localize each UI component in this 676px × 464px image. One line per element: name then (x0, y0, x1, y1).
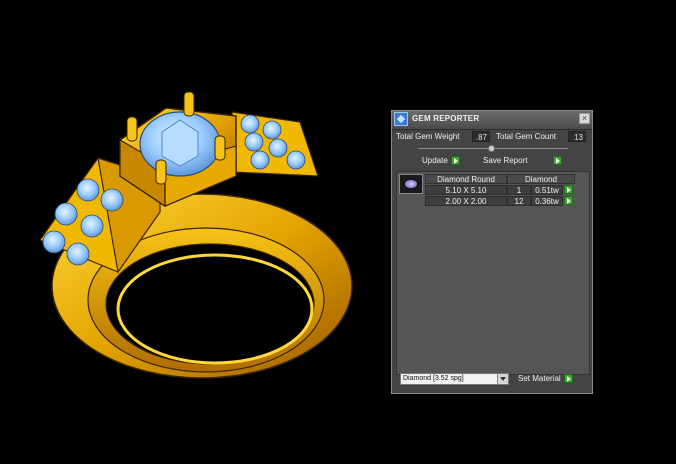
slider-knob[interactable] (488, 145, 495, 152)
gem-thumbnail-icon (399, 174, 423, 194)
total-gem-count-value: 13 (568, 131, 586, 142)
gem-stats-row: Total Gem Weight .87 Total Gem Count 13 (394, 131, 590, 145)
row-count: 12 (507, 196, 531, 206)
gem-reporter-app-icon (394, 112, 408, 126)
green-arrow-icon[interactable] (553, 156, 563, 166)
set-material-button[interactable]: Set Material (518, 373, 573, 385)
title-bar[interactable]: GEM REPORTER × (392, 111, 592, 130)
table-header-material: Diamond (507, 174, 575, 184)
total-gem-count-label: Total Gem Count (496, 132, 557, 141)
green-arrow-icon[interactable] (564, 185, 573, 194)
material-select-value: Diamond [3.52 spg] (403, 375, 464, 382)
row-weight: 0.36tw (531, 196, 563, 206)
update-label: Update (422, 156, 448, 165)
close-icon[interactable]: × (579, 113, 590, 124)
gem-reporter-panel: GEM REPORTER × Total Gem Weight .87 Tota… (391, 110, 593, 394)
save-report-button[interactable]: Save Report (483, 155, 563, 167)
green-arrow-icon[interactable] (564, 196, 573, 205)
total-gem-weight-value: .87 (472, 131, 490, 142)
material-select[interactable]: Diamond [3.52 spg] (400, 373, 509, 385)
update-button[interactable]: Update (422, 155, 460, 167)
green-arrow-icon[interactable] (450, 156, 460, 166)
panel-title: GEM REPORTER (412, 114, 480, 123)
row-weight: 0.51tw (531, 185, 563, 195)
row-size: 5.10 X 5.10 (425, 185, 507, 195)
gem-table: Diamond Round Diamond 5.10 X 5.10 1 0.51… (396, 171, 590, 375)
save-report-label: Save Report (483, 156, 528, 165)
material-bar: Diamond [3.52 spg] Set Material (400, 373, 586, 387)
total-gem-weight-label: Total Gem Weight (396, 132, 460, 141)
row-count: 1 (507, 185, 531, 195)
set-material-label: Set Material (518, 374, 561, 383)
green-arrow-icon[interactable] (563, 374, 573, 384)
table-header-shape: Diamond Round (425, 174, 507, 184)
dropdown-arrow-icon[interactable] (497, 374, 508, 384)
row-size: 2.00 X 2.00 (425, 196, 507, 206)
